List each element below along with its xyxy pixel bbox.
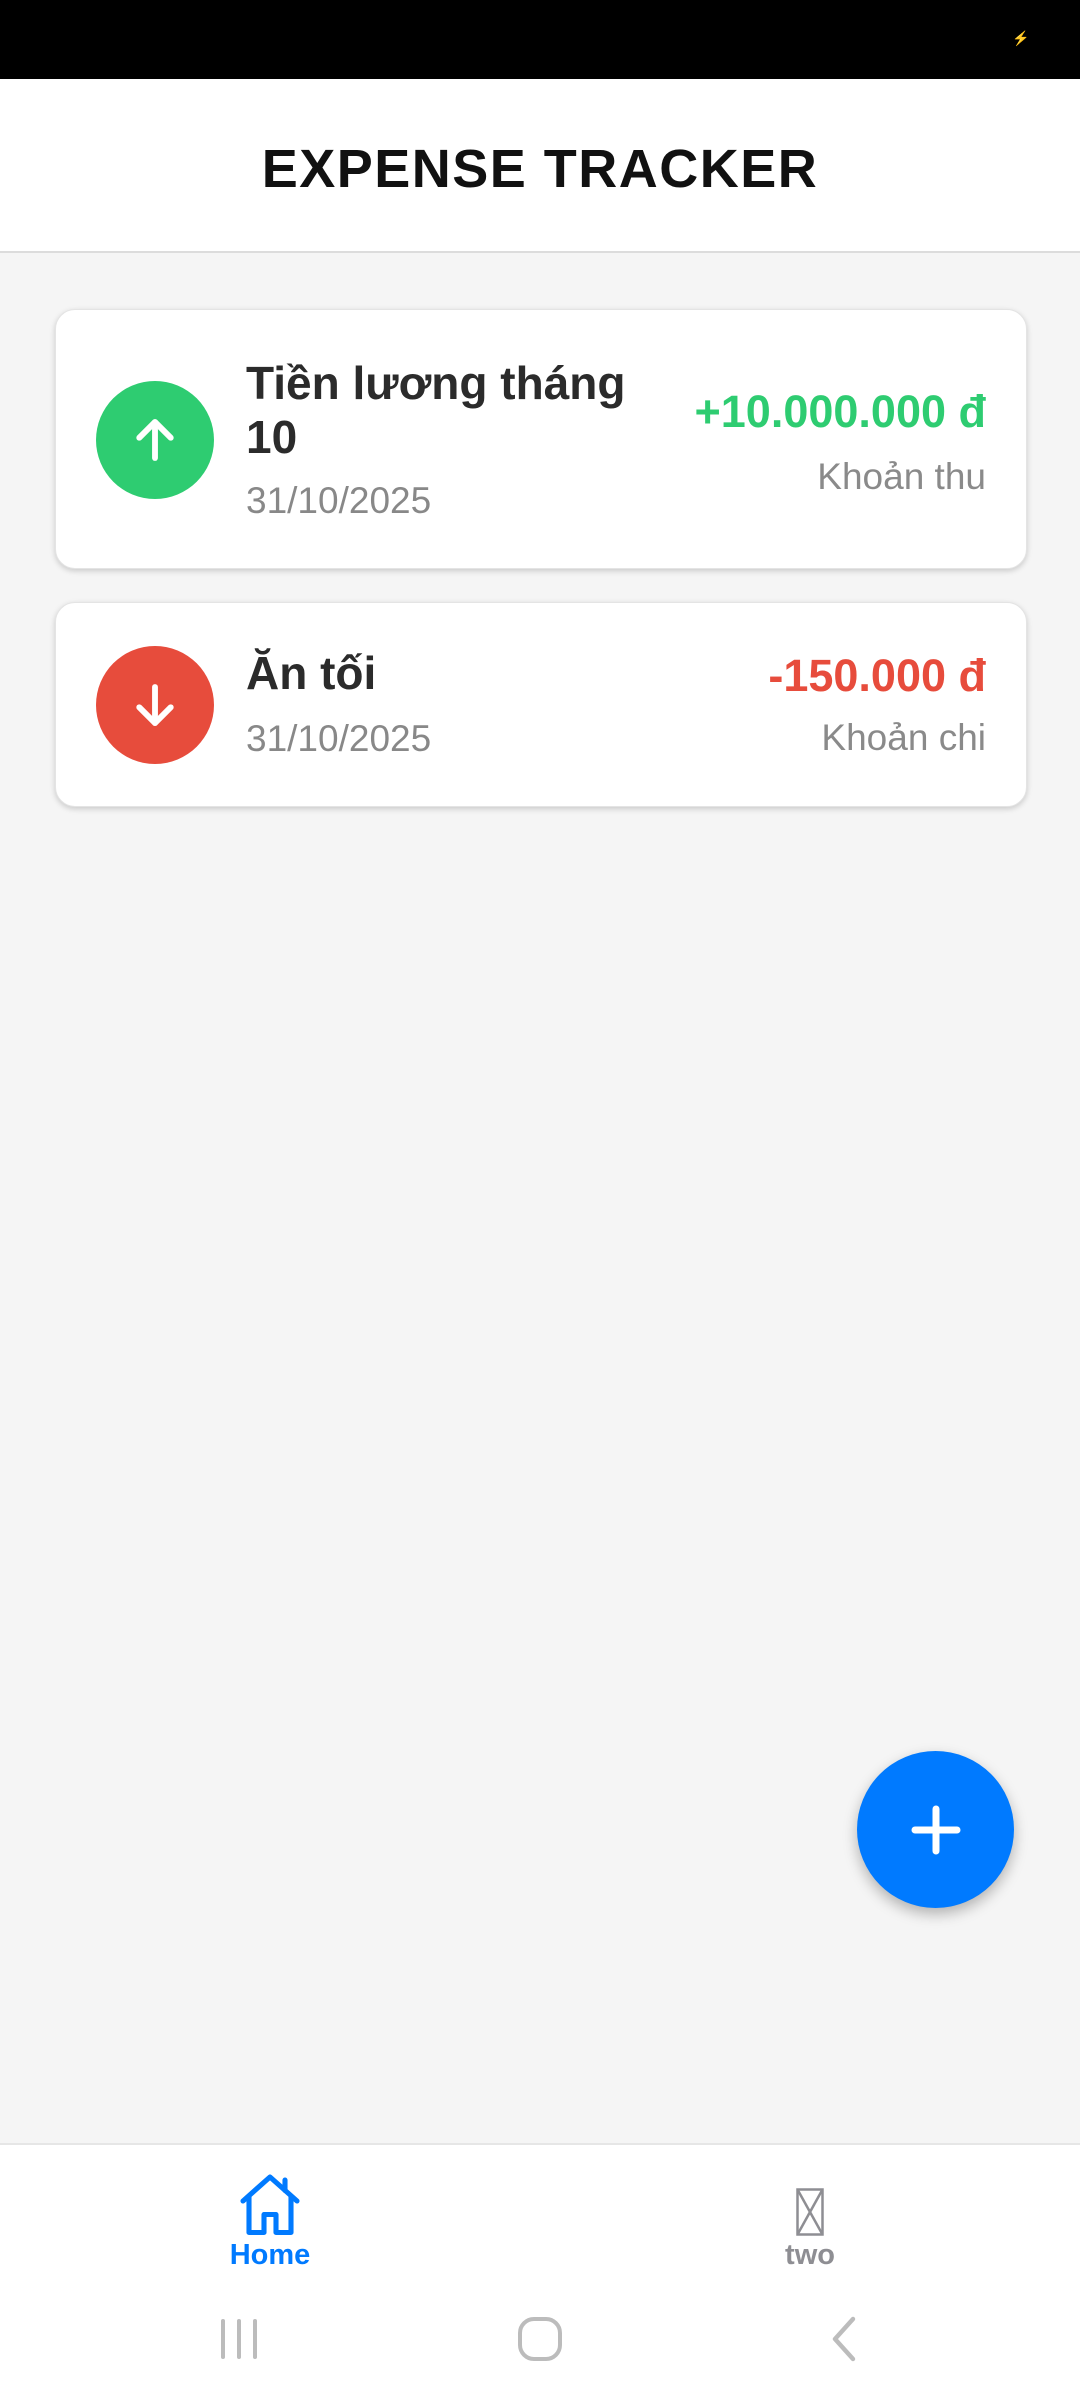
bottom-tab-bar: Home two bbox=[0, 2143, 1080, 2278]
home-icon bbox=[234, 2165, 306, 2237]
transaction-type: Khoản chi bbox=[821, 717, 986, 758]
transaction-card-income[interactable]: Tiền lương tháng 10 31/10/2025 +10.000.0… bbox=[55, 309, 1027, 569]
tab-label: Home bbox=[229, 2239, 311, 2271]
system-navigation-bar bbox=[0, 2278, 1080, 2400]
transaction-amount: -150.000 đ bbox=[768, 650, 986, 701]
transaction-amount: +10.000.000 đ bbox=[694, 386, 987, 437]
page-title: EXPENSE TRACKER bbox=[261, 139, 819, 199]
arrow-up-icon bbox=[96, 381, 214, 499]
transaction-type: Khoản thu bbox=[817, 456, 986, 497]
add-transaction-button[interactable] bbox=[857, 1751, 1014, 1908]
recents-icon[interactable] bbox=[209, 2311, 269, 2367]
transaction-card-expense[interactable]: Ăn tối 31/10/2025 -150.000 đ Khoản chi bbox=[55, 602, 1027, 807]
status-bar: ⚡ bbox=[0, 0, 1080, 79]
app-header: EXPENSE TRACKER bbox=[0, 79, 1080, 253]
back-icon[interactable] bbox=[815, 2311, 875, 2367]
tab-label: two bbox=[785, 2239, 835, 2271]
tab-home[interactable]: Home bbox=[0, 2145, 540, 2280]
missing-icon bbox=[795, 2165, 825, 2237]
tab-two[interactable]: two bbox=[540, 2145, 1080, 2280]
transaction-date: 31/10/2025 bbox=[246, 480, 432, 521]
plus-icon bbox=[911, 1805, 960, 1854]
arrow-down-icon bbox=[96, 646, 214, 764]
battery-icon: ⚡ bbox=[1012, 30, 1030, 46]
transaction-name: Tiền lương tháng 10 bbox=[246, 357, 626, 463]
transaction-name: Ăn tối bbox=[246, 647, 377, 699]
home-circle-icon[interactable] bbox=[510, 2311, 570, 2367]
transaction-date: 31/10/2025 bbox=[246, 718, 432, 759]
